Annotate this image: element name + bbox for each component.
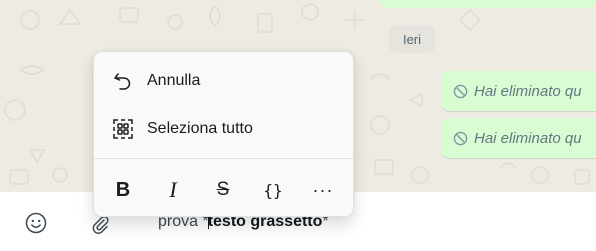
format-monospace-button[interactable]: {} [253,174,293,206]
deleted-message-bubble[interactable]: Hai eliminato qu [441,71,596,111]
format-strikethrough-button[interactable]: S [203,174,243,206]
message-bubble-partial [380,0,596,8]
deleted-message-text: Hai eliminato qu [474,82,582,100]
deleted-message-text: Hai eliminato qu [474,129,582,147]
menu-item-select-all[interactable]: Seleziona tutto [94,107,353,151]
context-menu: Annulla Seleziona tutto B I S {} ··· [93,51,354,217]
deleted-message-icon [453,84,468,99]
select-all-icon [112,118,134,140]
menu-divider [94,158,353,159]
date-separator: Ieri [389,26,435,53]
deleted-message-icon [453,131,468,146]
format-bold-button[interactable]: B [103,174,143,206]
format-more-button[interactable]: ··· [303,174,343,206]
menu-item-label: Seleziona tutto [147,120,253,137]
emoji-icon[interactable] [25,212,47,234]
undo-icon [112,70,134,92]
menu-item-undo[interactable]: Annulla [94,59,353,103]
paperclip-icon[interactable] [90,214,110,234]
deleted-message-bubble[interactable]: Hai eliminato qu [441,118,596,158]
format-italic-button[interactable]: I [153,174,193,206]
menu-item-label: Annulla [147,72,201,89]
